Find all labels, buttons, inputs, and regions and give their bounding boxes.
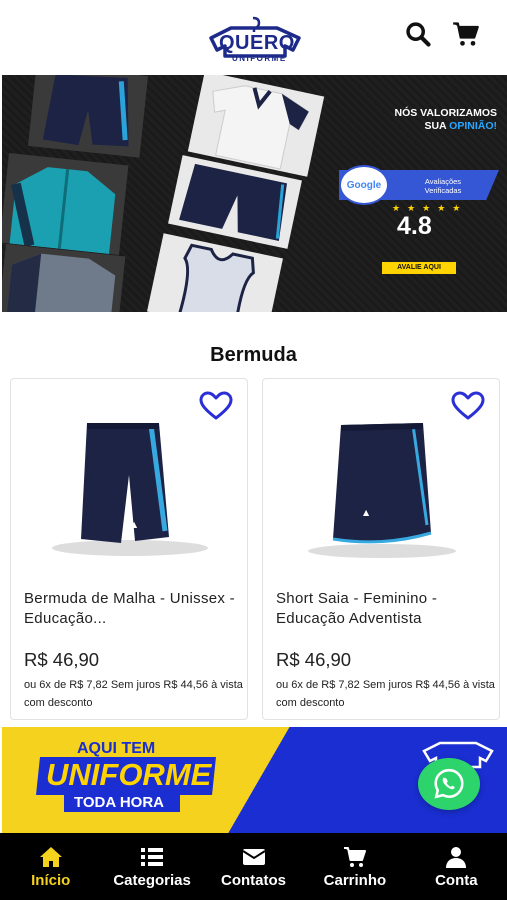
svg-text:▲: ▲ xyxy=(363,508,370,517)
promo-line3: TODA HORA xyxy=(74,794,164,811)
nav-label: Carrinho xyxy=(323,872,387,889)
app-header: QUERO UNIFORME xyxy=(0,0,507,73)
cart-icon xyxy=(343,847,366,867)
search-icon[interactable] xyxy=(404,20,432,48)
mail-icon xyxy=(241,849,266,865)
product-name[interactable]: Short Saia - Feminino - Educação Adventi… xyxy=(276,589,488,629)
logo-subtext: UNIFORME xyxy=(232,54,287,63)
promo-line1: AQUI TEM xyxy=(77,740,156,757)
nav-item-contatos[interactable]: Contatos xyxy=(203,833,304,900)
hero-line2-prefix: SUA xyxy=(424,120,447,132)
product-image: ▲ xyxy=(52,423,208,556)
product-price: R$ 46,90 xyxy=(24,649,100,670)
product-tile-shirt xyxy=(2,243,126,312)
nav-item-conta[interactable]: Conta xyxy=(406,833,507,900)
rating-value: 4.8 xyxy=(397,212,432,240)
svg-text:▲: ▲ xyxy=(131,520,138,529)
product-tile-jacket xyxy=(2,152,129,256)
hero-headline-line1: NÓS VALORIZAMOS xyxy=(394,107,497,119)
nav-label: Conta xyxy=(435,872,478,889)
hero-banner[interactable]: NÓS VALORIZAMOS SUA OPINIÃO! Google Aval… xyxy=(2,75,507,312)
nav-label: Contatos xyxy=(221,872,287,889)
logo-text: QUERO xyxy=(219,32,295,54)
nav-item-inicio[interactable]: Início xyxy=(0,833,101,900)
product-card[interactable]: ▲ Bermuda de Malha - Unissex - Educação.… xyxy=(10,378,248,720)
product-tile-shorts xyxy=(28,75,148,158)
brand-logo[interactable]: QUERO UNIFORME xyxy=(205,8,305,64)
hero-line2-highlight: OPINIÃO! xyxy=(449,120,497,132)
google-badge-line2: Verificadas xyxy=(424,186,462,195)
promo-line2: UNIFORME xyxy=(46,757,212,792)
google-badge-line1: Avaliações xyxy=(424,177,462,186)
list-icon xyxy=(141,848,164,866)
hero-headline-line2: SUA OPINIÃO! xyxy=(337,120,497,132)
product-installments: ou 6x de R$ 7,82 Sem juros R$ 44,56 à vi… xyxy=(276,679,495,709)
whatsapp-icon xyxy=(434,768,464,799)
rate-us-button[interactable]: AVALIE AQUI xyxy=(382,262,456,274)
cart-icon[interactable] xyxy=(452,20,480,48)
home-icon xyxy=(39,847,62,867)
section-title: Bermuda xyxy=(210,344,297,366)
product-card[interactable]: ▲ Short Saia - Feminino - Educação Adven… xyxy=(262,378,500,720)
user-icon xyxy=(446,847,467,868)
google-logo: Google xyxy=(339,165,389,205)
nav-label: Categorias xyxy=(113,872,191,889)
nav-label: Início xyxy=(31,872,71,889)
product-image: ▲ xyxy=(308,423,456,558)
nav-item-carrinho[interactable]: Carrinho xyxy=(304,833,405,900)
google-badge-text: Avaliações Verificadas xyxy=(410,177,476,195)
product-installments: ou 6x de R$ 7,82 Sem juros R$ 44,56 à vi… xyxy=(24,679,243,709)
bottom-nav: Início Categorias Contatos Carrinho Cont… xyxy=(0,833,507,900)
nav-item-categorias[interactable]: Categorias xyxy=(101,833,202,900)
product-name[interactable]: Bermuda de Malha - Unissex - Educação... xyxy=(24,589,236,629)
whatsapp-button[interactable] xyxy=(418,758,480,810)
product-price: R$ 46,90 xyxy=(276,649,352,670)
